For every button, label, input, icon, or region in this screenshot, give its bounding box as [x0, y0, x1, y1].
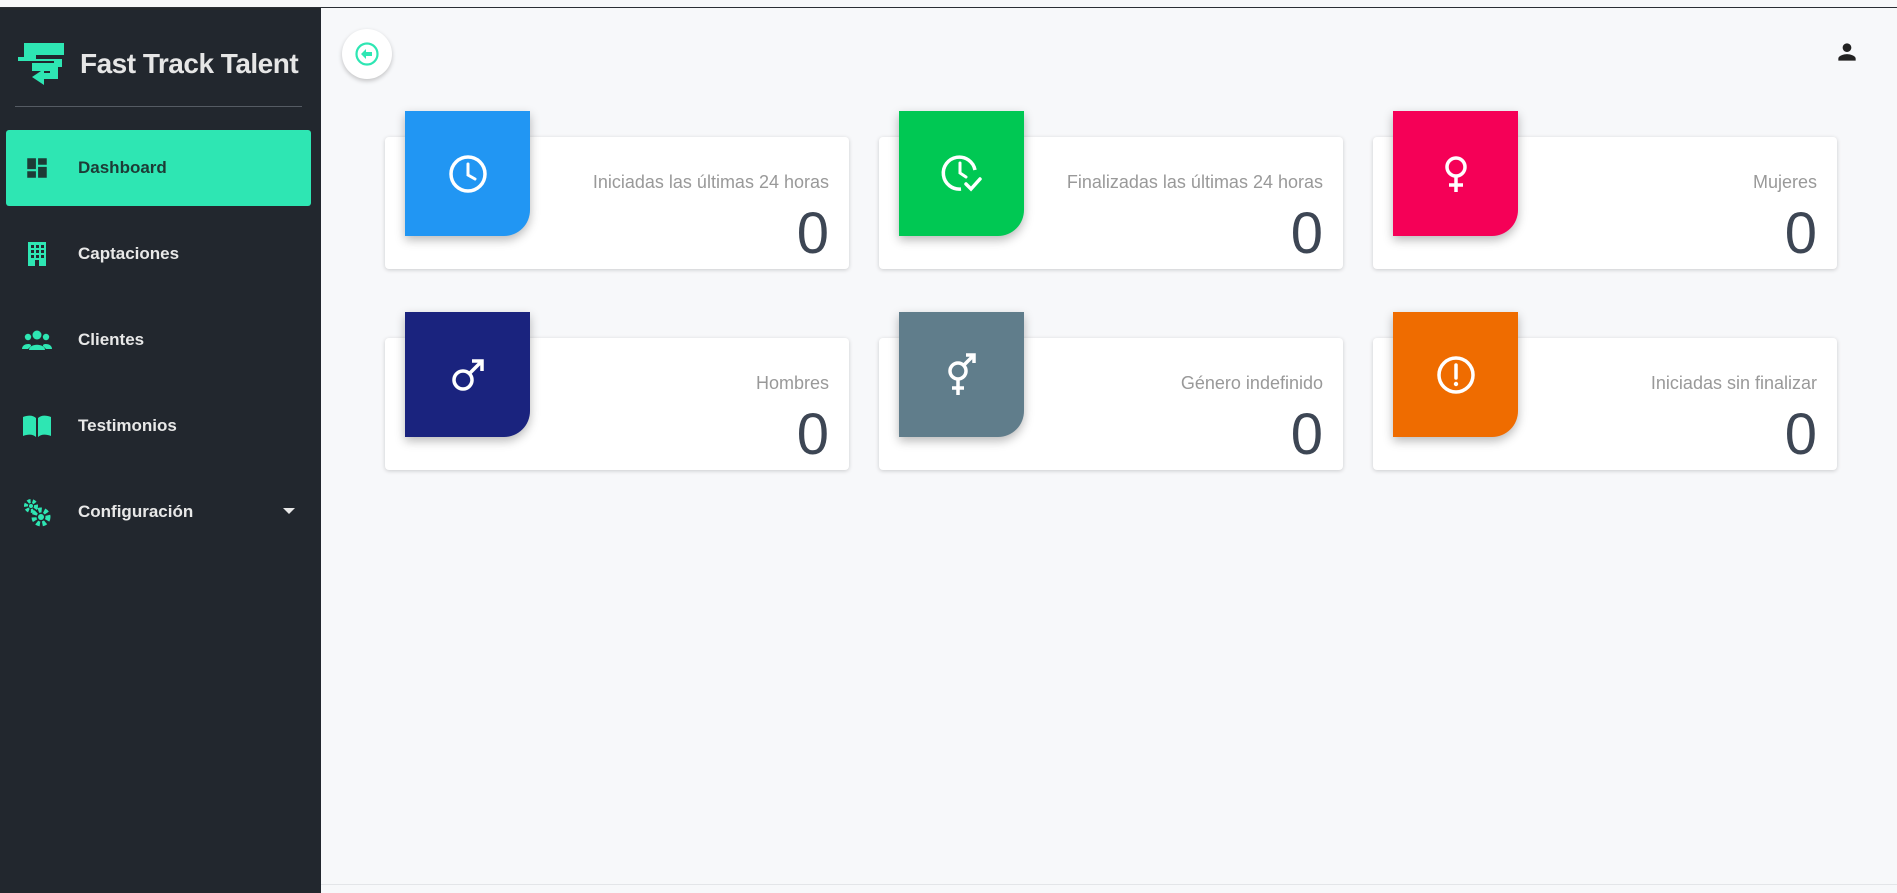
stat-value: 0	[1784, 201, 1817, 266]
stat-label: Iniciadas sin finalizar	[1650, 373, 1817, 393]
stat-card-hombres: Hombres 0	[385, 312, 849, 470]
arrow-left-circle-icon	[355, 42, 379, 66]
dashboard-icon	[22, 153, 52, 183]
alert-circle-icon	[1436, 355, 1475, 394]
people-icon	[22, 325, 52, 355]
stat-label: Género indefinido	[1180, 373, 1323, 393]
stat-label: Mujeres	[1752, 172, 1817, 192]
collapse-sidebar-button[interactable]	[342, 29, 392, 79]
stat-value: 0	[1290, 201, 1323, 266]
footer-border	[321, 884, 1897, 885]
book-icon	[22, 411, 52, 441]
brand-logo-icon	[18, 43, 64, 85]
app: Fast Track Talent Dashboard Captaciones …	[0, 0, 1897, 893]
stat-label: Hombres	[755, 373, 829, 393]
user-icon	[1838, 43, 1856, 61]
female-icon	[1444, 155, 1467, 192]
stat-label: Finalizadas las últimas 24 horas	[1066, 172, 1323, 192]
stat-icon-box	[899, 312, 1024, 437]
sidebar-item-testimonios[interactable]: Testimonios	[6, 388, 311, 464]
clock-icon	[448, 154, 487, 193]
stat-value: 0	[796, 201, 829, 266]
stat-card-finalizadas: Finalizadas las últimas 24 horas 0	[879, 111, 1343, 269]
stat-label: Iniciadas las últimas 24 horas	[592, 172, 829, 192]
stat-icon-box	[899, 111, 1024, 236]
male-icon	[451, 358, 484, 391]
brand-name: Fast Track Talent	[80, 48, 299, 79]
stat-icon-box	[1393, 312, 1518, 437]
stat-icon-box	[405, 111, 530, 236]
brand-divider	[15, 106, 302, 107]
gender-neutral-icon	[947, 352, 976, 395]
sidebar-item-clientes[interactable]: Clientes	[6, 302, 311, 378]
clock-check-icon	[941, 154, 982, 192]
sidebar-item-label: Clientes	[78, 330, 145, 349]
stat-card-genero-indefinido: Género indefinido 0	[879, 312, 1343, 470]
building-icon	[22, 239, 52, 269]
sidebar-item-label: Testimonios	[78, 416, 177, 435]
stat-value: 0	[1784, 402, 1817, 467]
stat-value: 0	[1290, 402, 1323, 467]
stat-card-iniciadas: Iniciadas las últimas 24 horas 0	[385, 111, 849, 269]
sidebar-item-label: Captaciones	[78, 244, 180, 263]
stat-card-mujeres: Mujeres 0	[1373, 111, 1837, 269]
chevron-down-icon[interactable]	[283, 508, 295, 514]
stat-value: 0	[796, 402, 829, 467]
stat-icon-box	[1393, 111, 1518, 236]
sidebar-item-dashboard[interactable]: Dashboard	[6, 130, 311, 206]
gears-icon	[22, 497, 52, 527]
sidebar-item-label: Dashboard	[78, 158, 167, 177]
stat-card-sin-finalizar: Iniciadas sin finalizar 0	[1373, 312, 1837, 470]
brand[interactable]: Fast Track Talent	[14, 32, 304, 96]
user-menu-button[interactable]	[1832, 37, 1862, 67]
sidebar-item-label: Configuración	[78, 502, 194, 521]
sidebar-item-configuracion[interactable]: Configuración	[6, 474, 311, 550]
stat-icon-box	[405, 312, 530, 437]
sidebar-item-captaciones[interactable]: Captaciones	[6, 216, 311, 292]
sidebar: Fast Track Talent Dashboard Captaciones …	[0, 8, 321, 893]
